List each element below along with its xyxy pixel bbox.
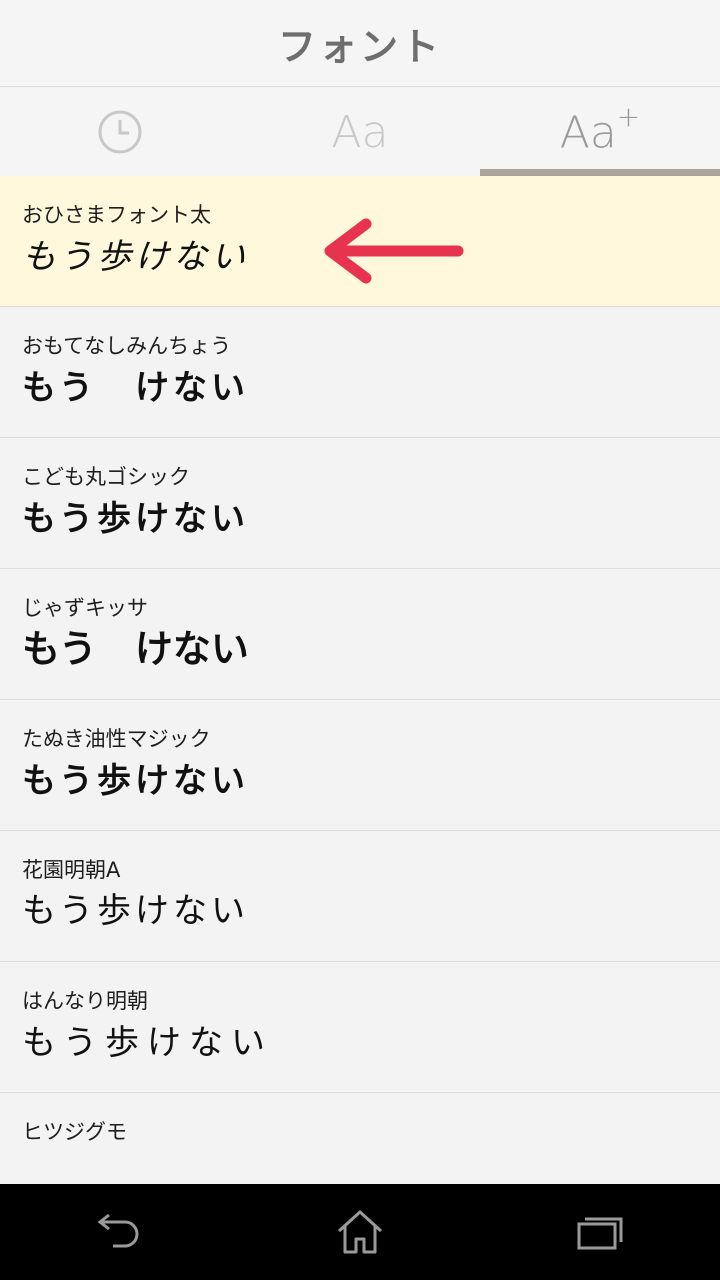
- font-list: おひさまフォント太 もう歩けない おもてなしみんちょう もう けない こども丸ゴ…: [0, 176, 720, 1184]
- tab-bar: Aa Aa+: [0, 88, 720, 176]
- recents-icon: [577, 1217, 623, 1250]
- font-sample: もう歩けない: [22, 893, 249, 930]
- font-item-ohisama[interactable]: おひさまフォント太 もう歩けない: [0, 176, 720, 307]
- font-sample: もう けない: [22, 629, 249, 671]
- back-button[interactable]: [60, 1197, 180, 1267]
- recents-button[interactable]: [540, 1197, 660, 1267]
- font-name: 花園明朝A: [22, 858, 121, 882]
- tab-recent[interactable]: [0, 88, 240, 176]
- header: フォント: [0, 0, 720, 87]
- tab-add-fonts[interactable]: Aa+: [480, 88, 720, 176]
- font-item-hannari[interactable]: はんなり明朝 もう歩けない: [0, 962, 720, 1093]
- font-sample: もう歩けない: [22, 761, 249, 801]
- font-add-icon: Aa+: [559, 99, 641, 159]
- font-name: おもてなしみんちょう: [22, 334, 232, 358]
- home-button[interactable]: [300, 1197, 420, 1267]
- font-sample: もう歩けない: [22, 1023, 273, 1063]
- font-item-hanazono[interactable]: 花園明朝A もう歩けない: [0, 831, 720, 962]
- font-item-jazzkissa[interactable]: じゃずキッサ もう けない: [0, 569, 720, 700]
- font-name: じゃずキッサ: [22, 596, 148, 620]
- font-name: ヒツジグモ: [22, 1120, 127, 1144]
- back-icon: [97, 1213, 139, 1248]
- tab-fonts[interactable]: Aa: [240, 88, 480, 176]
- clock-icon: [98, 110, 142, 154]
- arrow-left-icon: [324, 218, 464, 284]
- home-icon: [337, 1210, 383, 1254]
- page-title: フォント: [277, 24, 442, 69]
- font-item-tanuki[interactable]: たぬき油性マジック もう歩けない: [0, 700, 720, 831]
- font-item-omotenashi[interactable]: おもてなしみんちょう もう けない: [0, 307, 720, 438]
- font-name: こども丸ゴシック: [22, 465, 190, 489]
- font-sample: もう けない: [22, 369, 249, 407]
- system-nav-bar: [0, 1184, 720, 1280]
- font-item-hitsujigumo[interactable]: ヒツジグモ: [0, 1093, 720, 1184]
- font-sample: もう歩けない: [22, 499, 249, 539]
- font-icon: Aa: [331, 106, 389, 158]
- font-name: はんなり明朝: [22, 989, 148, 1013]
- font-item-kodomo[interactable]: こども丸ゴシック もう歩けない: [0, 438, 720, 569]
- font-name: たぬき油性マジック: [22, 727, 211, 751]
